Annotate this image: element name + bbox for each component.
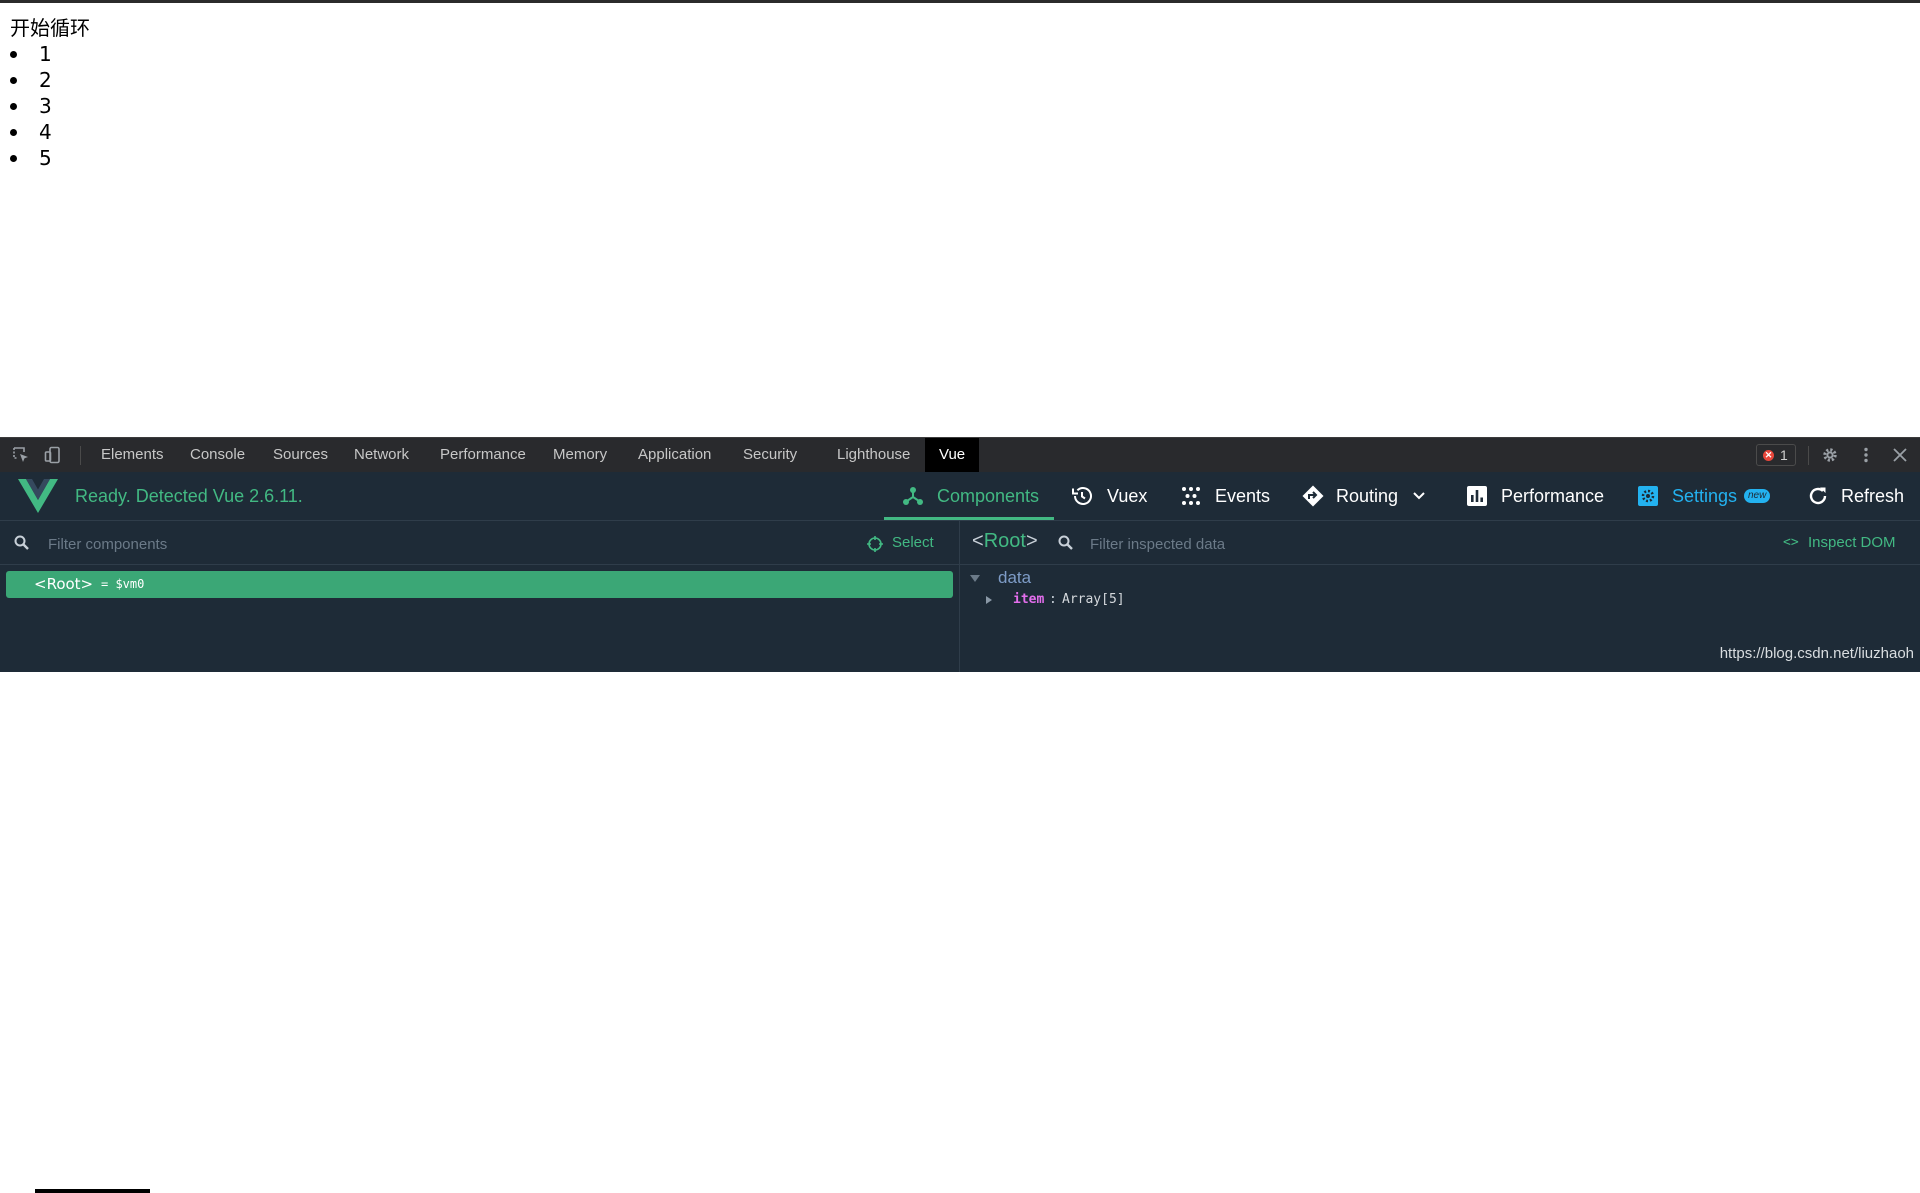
more-options-icon[interactable] — [1857, 446, 1875, 464]
nav-vuex[interactable]: Vuex — [1071, 472, 1151, 520]
watermark-text: https://blog.csdn.net/liuzhaoh — [1719, 645, 1914, 662]
tab-network[interactable]: Network — [354, 438, 409, 472]
history-icon — [1072, 487, 1092, 505]
search-icon — [14, 535, 29, 550]
page-heading: 开始循环 — [10, 16, 90, 40]
inspector-panel: <Root> <> Inspect DOM data item : Array[… — [960, 521, 1920, 672]
tab-security[interactable]: Security — [743, 438, 797, 472]
list-item-text: 4 — [39, 120, 52, 144]
nav-performance-label: Performance — [1501, 486, 1605, 506]
data-section-title: data — [998, 568, 1032, 587]
filter-components-input[interactable] — [46, 531, 610, 557]
close-icon[interactable] — [1891, 446, 1909, 464]
tab-vue[interactable]: Vue — [925, 438, 980, 472]
component-tree-row[interactable]: <Root> = $vm0 — [6, 571, 953, 598]
components-icon — [903, 487, 923, 505]
nav-events[interactable]: Events — [1180, 472, 1270, 520]
devtools-tab-bar: Elements Console Sources Network Perform… — [0, 437, 1920, 472]
tab-sources[interactable]: Sources — [273, 438, 328, 472]
nav-performance[interactable]: Performance — [1466, 472, 1606, 520]
tab-performance[interactable]: Performance — [440, 438, 526, 472]
search-icon — [1058, 535, 1073, 550]
list-item: 3 — [0, 93, 52, 119]
list-item: 2 — [0, 67, 52, 93]
nav-routing[interactable]: Routing — [1302, 472, 1427, 520]
caret-down-icon — [970, 575, 980, 582]
vue-detected-status: Ready. Detected Vue 2.6.11. — [75, 486, 303, 506]
vue-logo-icon — [18, 479, 58, 513]
bracket-close: > — [1025, 530, 1038, 552]
toolbar-divider — [80, 446, 81, 465]
tab-elements[interactable]: Elements — [101, 438, 164, 472]
nav-components[interactable]: Components — [884, 472, 1054, 520]
error-counter-button[interactable]: ✕ 1 — [1756, 444, 1796, 466]
inspector-header: <Root> <> Inspect DOM — [960, 521, 1920, 565]
list-item-text: 5 — [39, 146, 52, 170]
code-brackets-icon: <> — [1783, 535, 1799, 550]
gear-icon[interactable] — [1821, 446, 1839, 464]
nav-routing-label: Routing — [1336, 486, 1399, 506]
page-viewport: 开始循环 1 2 3 4 5 — [0, 3, 1920, 437]
error-icon: ✕ — [1763, 450, 1774, 461]
tab-console[interactable]: Console — [190, 438, 245, 472]
bullet-icon — [10, 51, 17, 58]
tab-lighthouse[interactable]: Lighthouse — [837, 438, 910, 472]
list-item-text: 2 — [39, 68, 52, 92]
nav-vuex-label: Vuex — [1107, 486, 1148, 506]
list-item: 1 — [0, 41, 52, 67]
list-item-text: 1 — [39, 42, 52, 66]
property-value: Array[5] — [1062, 592, 1125, 607]
component-tag: <Root> — [34, 575, 94, 593]
nav-events-label: Events — [1215, 486, 1271, 506]
device-toolbar-icon[interactable] — [44, 446, 62, 464]
components-panel: Select <Root> = $vm0 — [0, 521, 960, 1193]
error-count: 1 — [1780, 447, 1788, 463]
inspected-component-name: Root — [983, 530, 1026, 552]
events-icon — [1182, 487, 1200, 505]
caret-right-icon — [986, 596, 992, 604]
new-badge: new — [1744, 489, 1771, 503]
tab-application[interactable]: Application — [638, 438, 711, 472]
toolbar-divider — [1808, 446, 1809, 465]
bullet-icon — [10, 155, 17, 162]
refresh-button[interactable]: Refresh — [1807, 472, 1907, 520]
bullet-icon — [10, 103, 17, 110]
directions-icon — [1302, 485, 1324, 507]
component-vm-ref: = $vm0 — [101, 577, 145, 591]
list-item: 4 — [0, 119, 52, 145]
bullet-icon — [10, 129, 17, 136]
select-label: Select — [892, 534, 934, 551]
bullet-icon — [10, 77, 17, 84]
filter-inspected-data-input[interactable] — [1088, 531, 1612, 557]
chevron-down-icon — [1413, 492, 1425, 500]
tab-memory[interactable]: Memory — [553, 438, 607, 472]
property-colon: : — [1049, 592, 1057, 607]
refresh-label: Refresh — [1841, 486, 1905, 506]
inspected-component-title: <Root> — [972, 521, 1038, 561]
active-tab-indicator — [884, 517, 1054, 520]
vue-devtools-header: Ready. Detected Vue 2.6.11. Components V… — [0, 472, 1920, 521]
bar-chart-icon — [1467, 486, 1487, 506]
list-item-text: 3 — [39, 94, 52, 118]
nav-settings[interactable]: Settings new — [1637, 472, 1777, 520]
property-key: item — [1013, 592, 1045, 607]
list-item: 5 — [0, 145, 52, 171]
nav-settings-label: Settings — [1672, 486, 1738, 506]
inspect-dom-label: Inspect DOM — [1808, 534, 1896, 551]
refresh-icon — [1809, 487, 1827, 505]
loop-list: 1 2 3 4 5 — [0, 41, 52, 171]
crosshair-icon — [867, 536, 883, 552]
components-filter-bar: Select — [0, 521, 959, 565]
bracket-open: < — [972, 530, 984, 552]
inspect-element-icon[interactable] — [12, 446, 30, 464]
settings-icon — [1638, 486, 1658, 506]
horizontal-scrollbar[interactable] — [35, 1189, 150, 1193]
nav-components-label: Components — [937, 486, 1040, 506]
